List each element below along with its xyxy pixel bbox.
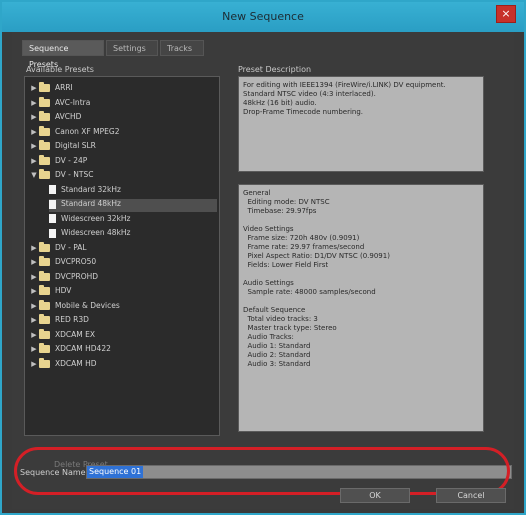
tree-folder-item[interactable]: ▶ DVCPRO50 (29, 256, 217, 270)
tree-item-label: Standard 48kHz (61, 199, 121, 208)
chevron-right-icon[interactable]: ▶ (29, 128, 39, 136)
folder-icon (39, 256, 50, 266)
tree-item-label: XDCAM HD (55, 358, 97, 368)
chevron-right-icon[interactable]: ▶ (29, 287, 39, 295)
sequence-name-row: Sequence Name: Sequence 01 (12, 462, 514, 482)
sequence-name-label: Sequence Name: (20, 468, 89, 477)
chevron-right-icon[interactable]: ▶ (29, 316, 39, 324)
folder-icon (39, 328, 50, 339)
folder-icon (39, 241, 50, 252)
chevron-right-icon[interactable]: ▶ (29, 84, 39, 92)
preset-file-icon (49, 185, 56, 194)
tree-folder-item[interactable]: ▶ DV - PAL (29, 241, 217, 256)
folder-icon (39, 314, 50, 324)
folder-icon (39, 299, 50, 310)
new-sequence-window: New Sequence × Sequence Presets Settings… (0, 0, 526, 515)
folder-icon (39, 82, 50, 92)
tree-item-label: RED R3D (55, 315, 89, 324)
preset-summary-text: For editing with IEEE1394 (FireWire/i.LI… (243, 81, 446, 116)
folder-icon (39, 343, 50, 353)
folder-icon (39, 285, 50, 295)
preset-file-icon (49, 228, 56, 238)
folder-icon (39, 154, 50, 165)
tab-settings[interactable]: Settings (106, 40, 158, 56)
preset-details-box[interactable]: General Editing mode: DV NTSC Timebase: … (238, 184, 484, 432)
tree-item-label: HDV (55, 286, 72, 295)
preset-tree[interactable]: ▶ ARRI ▶ AVC-Intra ▶ AVCHD ▶ Canon XF MPEG2 ▶ Dig… (24, 76, 220, 436)
folder-icon (39, 125, 50, 136)
tree-preset-item[interactable]: Standard 32kHz (49, 185, 217, 198)
tree-item-label: DV - NTSC (55, 170, 94, 179)
preset-description-label: Preset Description (238, 65, 312, 74)
tree-preset-item[interactable]: Widescreen 32kHz (49, 214, 217, 227)
tree-folder-item[interactable]: ▶ RED R3D (29, 314, 217, 328)
available-presets-label: Available Presets (26, 65, 94, 74)
tree-item-label: AVCHD (55, 112, 82, 121)
title-bar[interactable]: New Sequence × (2, 2, 524, 32)
preset-summary-box: For editing with IEEE1394 (FireWire/i.LI… (238, 76, 484, 172)
chevron-right-icon[interactable]: ▶ (29, 345, 39, 353)
chevron-right-icon[interactable]: ▶ (29, 360, 39, 368)
folder-icon (39, 270, 50, 281)
folder-icon (39, 357, 50, 368)
tree-preset-item[interactable]: Widescreen 48kHz (49, 228, 217, 241)
sequence-name-input[interactable]: Sequence 01 (86, 465, 512, 479)
tree-item-label: DV - 24P (55, 155, 88, 165)
chevron-right-icon[interactable]: ▶ (29, 331, 39, 339)
sequence-name-value: Sequence 01 (87, 466, 144, 478)
tree-folder-item[interactable]: ▶ HDV (29, 285, 217, 299)
tree-folder-item[interactable]: ▶ DV - 24P (29, 154, 217, 169)
tree-folder-item[interactable]: ▶ Canon XF MPEG2 (29, 125, 217, 140)
tree-folder-item[interactable]: ▶ AVC-Intra (29, 96, 217, 111)
tree-item-label: Widescreen 32kHz (61, 213, 131, 223)
dialog-body: Sequence Presets Settings Tracks Availab… (12, 32, 514, 509)
tree-item-label: AVC-Intra (55, 97, 91, 107)
tree-folder-item[interactable]: ▶ AVCHD (29, 111, 217, 125)
tree-folder-item[interactable]: ▶ XDCAM HD422 (29, 343, 217, 357)
folder-icon (39, 140, 50, 150)
preset-details-text: General Editing mode: DV NTSC Timebase: … (243, 189, 390, 368)
chevron-right-icon[interactable]: ▶ (29, 113, 39, 121)
close-button[interactable]: × (496, 5, 516, 23)
tree-item-label: Standard 32kHz (61, 184, 121, 194)
chevron-right-icon[interactable]: ▶ (29, 273, 39, 281)
cancel-button[interactable]: Cancel (436, 488, 506, 503)
tree-item-label: DVCPROHD (55, 271, 99, 281)
tree-item-label: ARRI (55, 83, 73, 92)
chevron-right-icon[interactable]: ▶ (29, 302, 39, 310)
chevron-right-icon[interactable]: ▶ (29, 142, 39, 150)
chevron-right-icon[interactable]: ▶ (29, 157, 39, 165)
tree-item-label: XDCAM EX (55, 329, 96, 339)
tree-item-label: DV - PAL (55, 242, 87, 252)
tree-preset-item[interactable]: Standard 48kHz (49, 199, 217, 212)
preset-file-icon (49, 199, 56, 209)
chevron-right-icon[interactable]: ▶ (29, 244, 39, 252)
tree-folder-item[interactable]: ▶ Digital SLR (29, 140, 217, 154)
tree-folder-item[interactable]: ▶ ARRI (29, 82, 217, 96)
tree-item-label: DVCPRO50 (55, 257, 97, 266)
tree-item-label: Digital SLR (55, 141, 96, 150)
tree-folder-item[interactable]: ▶ Mobile & Devices (29, 299, 217, 314)
tree-folder-item[interactable]: ▶ DVCPROHD (29, 270, 217, 285)
tree-folder-item[interactable]: ▼ DV - NTSC (29, 169, 217, 183)
window-title: New Sequence (222, 10, 304, 23)
tree-item-label: Widescreen 48kHz (61, 228, 131, 237)
tree-folder-item[interactable]: ▶ XDCAM HD (29, 357, 217, 372)
chevron-down-icon[interactable]: ▼ (29, 171, 39, 179)
chevron-right-icon[interactable]: ▶ (29, 99, 39, 107)
tree-item-label: XDCAM HD422 (55, 344, 111, 353)
tree-item-label: Canon XF MPEG2 (55, 126, 120, 136)
tab-tracks[interactable]: Tracks (160, 40, 204, 56)
folder-icon (39, 111, 50, 121)
folder-icon (39, 169, 50, 179)
ok-button[interactable]: OK (340, 488, 410, 503)
tab-sequence-presets[interactable]: Sequence Presets (22, 40, 104, 69)
chevron-right-icon[interactable]: ▶ (29, 258, 39, 266)
folder-icon (39, 96, 50, 107)
preset-file-icon (49, 214, 56, 223)
tree-item-label: Mobile & Devices (55, 300, 120, 310)
tree-folder-item[interactable]: ▶ XDCAM EX (29, 328, 217, 343)
